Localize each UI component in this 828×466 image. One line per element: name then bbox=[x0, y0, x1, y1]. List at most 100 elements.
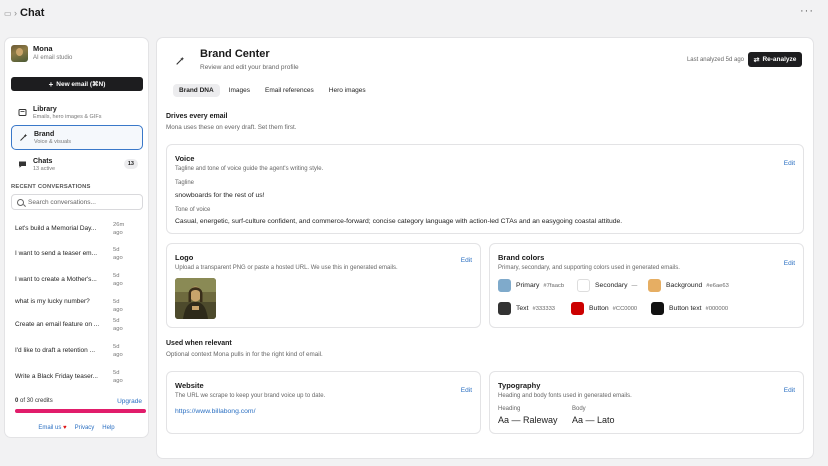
color-hex: — bbox=[631, 282, 638, 289]
sidebar-toggle-icon[interactable]: ▭ bbox=[4, 9, 12, 18]
logo-image bbox=[175, 278, 216, 319]
body-font: Body Aa — Lato bbox=[572, 406, 615, 425]
conversation-time: 5d ago bbox=[113, 273, 123, 287]
color-swatch bbox=[498, 279, 511, 292]
color-secondary: Secondary — bbox=[577, 279, 637, 292]
conversation-title: what is my lucky number? bbox=[15, 298, 90, 305]
upgrade-link[interactable]: Upgrade bbox=[117, 398, 142, 405]
color-hex: #000000 bbox=[705, 305, 729, 312]
heading-font-label: Heading bbox=[498, 406, 521, 412]
logo-card: Logo Upload a transparent PNG or paste a… bbox=[166, 243, 481, 328]
last-analyzed-text: Last analyzed 5d ago bbox=[686, 57, 744, 63]
section-title: Used when relevant bbox=[166, 340, 232, 347]
sidebar-footer: Email us ♥ Privacy Help bbox=[5, 425, 148, 431]
credits-progress-bar bbox=[15, 409, 146, 413]
heading-font: Heading Aa — Raleway bbox=[498, 406, 558, 425]
edit-voice-button[interactable]: Edit bbox=[784, 160, 795, 167]
color-button: Button #CC0000 bbox=[571, 302, 637, 315]
search-input[interactable] bbox=[28, 198, 138, 206]
conversation-item[interactable]: I want to send a teaser em... 5d ago bbox=[15, 243, 143, 265]
conversation-time: 5d ago bbox=[113, 344, 123, 358]
color-label: Primary bbox=[516, 282, 540, 289]
color-label: Button bbox=[589, 305, 609, 312]
color-swatch bbox=[577, 279, 590, 292]
page-title: Brand Center bbox=[200, 48, 270, 60]
color-label: Button text bbox=[669, 305, 702, 312]
body-font-label: Body bbox=[572, 406, 586, 412]
profile-name: Mona bbox=[33, 44, 53, 53]
conversation-item[interactable]: what is my lucky number? 5d ago bbox=[15, 291, 143, 313]
color-label: Background bbox=[666, 282, 703, 289]
help-link[interactable]: Help bbox=[102, 425, 114, 431]
sidebar-item-chats[interactable]: Chats 13 active 13 bbox=[11, 152, 143, 177]
window-title: Chat bbox=[20, 7, 45, 19]
sidebar-item-brand[interactable]: Brand Voice & visuals bbox=[11, 125, 143, 150]
sidebar-item-label: Chats bbox=[33, 157, 53, 165]
card-subtitle: Heading and body fonts used in generated… bbox=[498, 393, 632, 399]
typography-card: Typography Heading and body fonts used i… bbox=[489, 371, 804, 434]
conversation-time: 5d ago bbox=[113, 299, 123, 313]
reanalyze-label: Re-analyze bbox=[762, 56, 797, 63]
heart-icon: ♥ bbox=[63, 425, 67, 431]
new-email-button[interactable]: + New email (⌘N) bbox=[11, 77, 143, 91]
chat-bubble-icon bbox=[18, 160, 27, 169]
edit-website-button[interactable]: Edit bbox=[461, 387, 472, 394]
privacy-link[interactable]: Privacy bbox=[75, 425, 95, 431]
conversation-item[interactable]: I want to create a Mother's... 5d ago bbox=[15, 269, 143, 291]
profile-subtitle: AI email studio bbox=[33, 55, 73, 61]
color-text: Text #333333 bbox=[498, 302, 555, 315]
tab-email-references[interactable]: Email references bbox=[259, 84, 320, 97]
card-subtitle: The URL we scrape to keep your brand voi… bbox=[175, 393, 326, 399]
search-conversations-field[interactable] bbox=[11, 194, 143, 210]
conversation-time: 5d ago bbox=[113, 247, 123, 261]
sidebar-item-sub: 13 active bbox=[33, 165, 56, 172]
conversation-item[interactable]: Create an email feature on ... 5d ago bbox=[15, 314, 143, 336]
color-primary: Primary #7faacb bbox=[498, 279, 564, 292]
section-subtitle: Optional context Mona pulls in for the r… bbox=[166, 351, 323, 358]
conversation-item[interactable]: I'd like to draft a retention ... 5d ago bbox=[15, 340, 143, 362]
brand-colors-card: Brand colors Primary, secondary, and sup… bbox=[489, 243, 804, 328]
color-swatch bbox=[651, 302, 664, 315]
conversation-title: Write a Black Friday teaser... bbox=[15, 373, 98, 380]
card-title: Brand colors bbox=[498, 253, 545, 262]
tab-brand-dna[interactable]: Brand DNA bbox=[173, 84, 220, 97]
email-us-link[interactable]: Email us ♥ bbox=[38, 425, 66, 431]
body-font-value: Aa — Lato bbox=[572, 415, 615, 425]
website-card: Website The URL we scrape to keep your b… bbox=[166, 371, 481, 434]
color-swatch bbox=[648, 279, 661, 292]
website-url-link[interactable]: https://www.billabong.com/ bbox=[175, 408, 255, 415]
card-title: Website bbox=[175, 381, 204, 390]
conversation-title: Create an email feature on ... bbox=[15, 321, 100, 328]
color-background: Background #e6ae63 bbox=[648, 279, 729, 292]
conversation-title: I'd like to draft a retention ... bbox=[15, 347, 96, 354]
reanalyze-button[interactable]: ⇄ Re-analyze bbox=[748, 52, 802, 67]
conversation-title: I want to send a teaser em... bbox=[15, 250, 98, 257]
section-title: Drives every email bbox=[166, 113, 228, 120]
plus-icon: + bbox=[48, 79, 54, 89]
conversation-time: 26m ago bbox=[113, 222, 125, 236]
conversation-item[interactable]: Let's build a Memorial Day... 26m ago bbox=[15, 218, 143, 240]
edit-typography-button[interactable]: Edit bbox=[784, 387, 795, 394]
tab-bar: Brand DNA Images Email references Hero i… bbox=[173, 84, 372, 97]
more-options-icon[interactable]: ··· bbox=[800, 5, 814, 17]
tab-hero-images[interactable]: Hero images bbox=[323, 84, 372, 97]
tagline-label: Tagline bbox=[175, 180, 195, 186]
heading-font-value: Aa — Raleway bbox=[498, 415, 558, 425]
credits-total: of 30 credits bbox=[20, 398, 53, 404]
tab-images[interactable]: Images bbox=[223, 84, 256, 97]
conversation-time: 5d ago bbox=[113, 318, 123, 332]
card-subtitle: Tagline and tone of voice guide the agen… bbox=[175, 166, 324, 172]
card-subtitle: Primary, secondary, and supporting color… bbox=[498, 265, 680, 271]
sidebar-item-library[interactable]: Library Emails, hero images & GIFs bbox=[11, 100, 143, 125]
conversation-title: Let's build a Memorial Day... bbox=[15, 225, 97, 232]
card-title: Logo bbox=[175, 253, 194, 262]
edit-logo-button[interactable]: Edit bbox=[461, 257, 472, 264]
conversation-item[interactable]: Write a Black Friday teaser... 5d ago bbox=[15, 366, 143, 388]
card-title: Voice bbox=[175, 154, 195, 163]
color-hex: #CC0000 bbox=[612, 305, 638, 312]
edit-brand-colors-button[interactable]: Edit bbox=[784, 260, 795, 267]
new-email-label: New email (⌘N) bbox=[56, 81, 106, 88]
magic-wand-icon bbox=[19, 133, 28, 142]
section-subtitle: Mona uses these on every draft. Set them… bbox=[166, 124, 297, 131]
chats-count-badge: 13 bbox=[123, 159, 138, 169]
